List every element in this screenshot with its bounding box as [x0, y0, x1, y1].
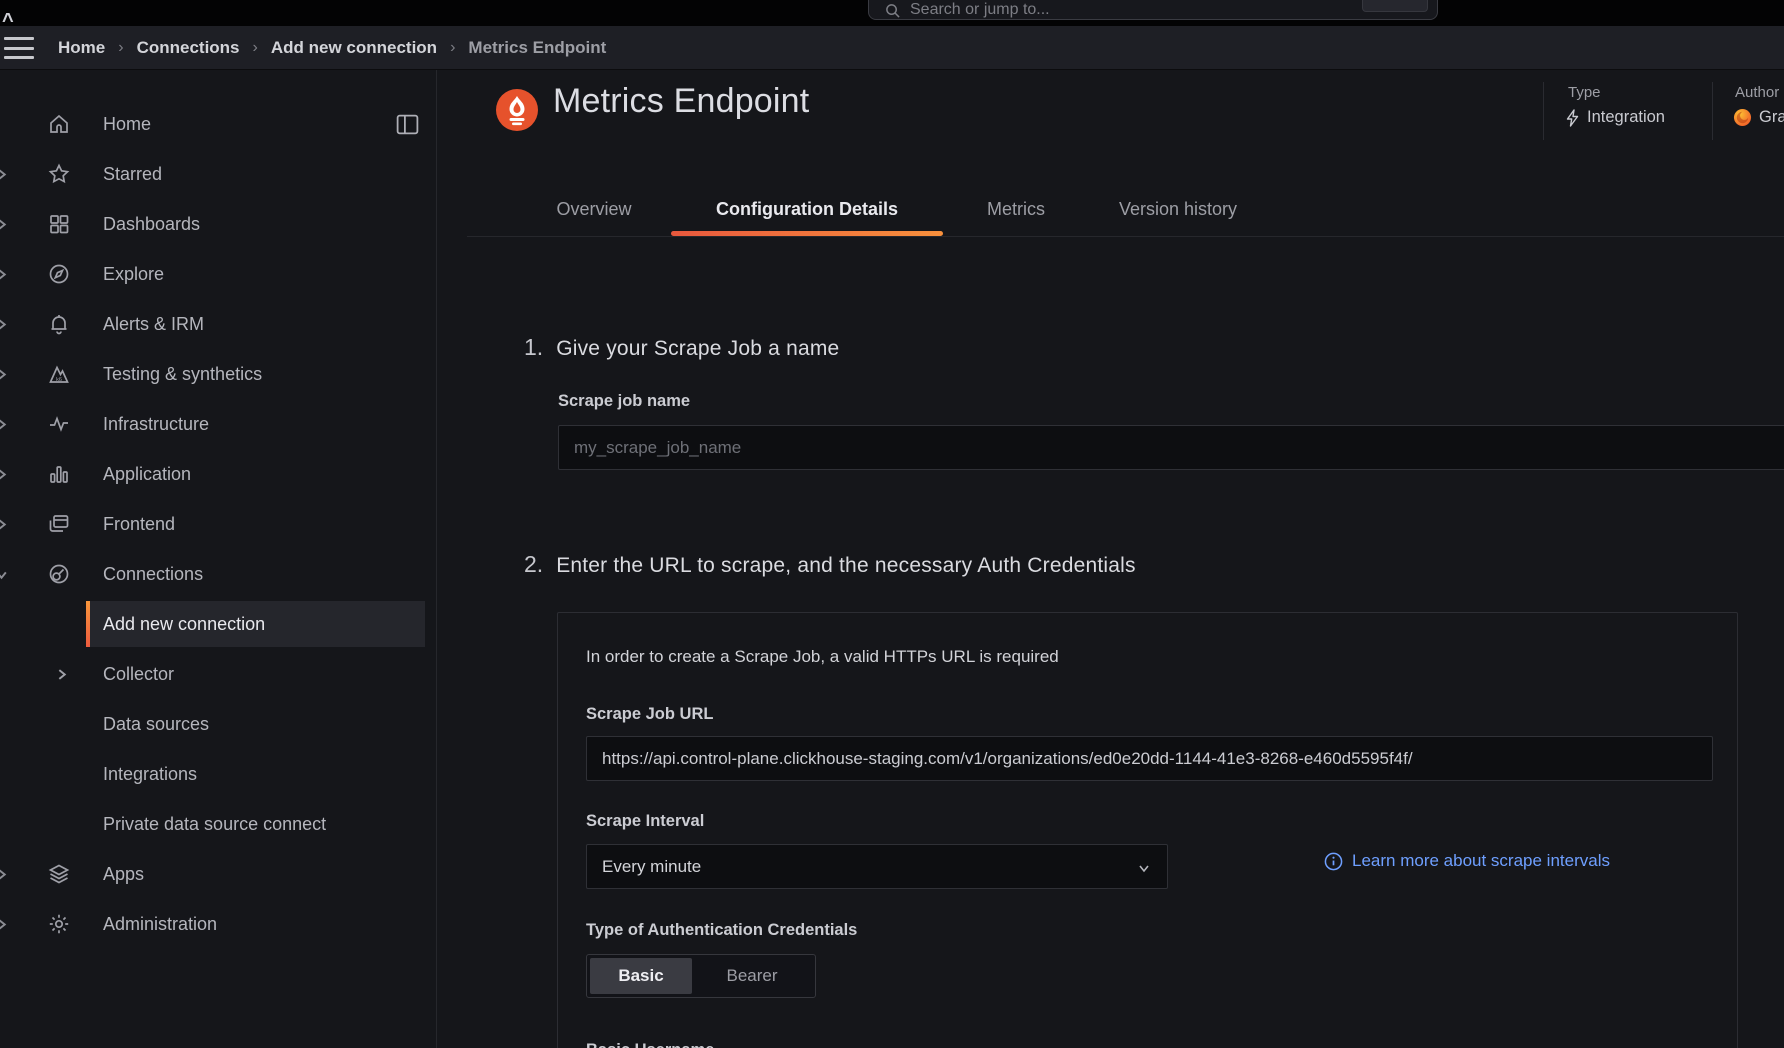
selected-accent-bar — [86, 601, 90, 647]
divider — [1543, 82, 1544, 140]
tabs-divider — [467, 236, 1784, 237]
sidebar-item-dashboards[interactable]: Dashboards — [0, 199, 437, 249]
pulse-icon — [47, 412, 71, 436]
svg-text:k6: k6 — [56, 377, 62, 383]
grafana-app: ^ Search or jump to... Home › Connection… — [0, 0, 1784, 1048]
scrape-intervals-link[interactable]: Learn more about scrape intervals — [1324, 851, 1610, 871]
sidebar-nav: Home Starred Dashboards — [0, 70, 437, 1048]
auth-type-label: Type of Authentication Credentials — [586, 921, 857, 940]
sidebar-item-add-new-connection[interactable]: Add new connection — [0, 599, 437, 649]
sidebar-item-integrations[interactable]: Integrations — [0, 749, 437, 799]
breadcrumb-separator: › — [437, 39, 468, 57]
type-value: Integration — [1587, 108, 1665, 127]
breadcrumb-connections[interactable]: Connections — [137, 38, 240, 58]
divider — [1712, 82, 1713, 140]
gear-icon — [47, 912, 71, 936]
tab-version-history[interactable]: Version history — [1087, 182, 1269, 236]
chevron-down-icon — [0, 568, 8, 581]
https-required-info: In order to create a Scrape Job, a valid… — [586, 647, 1059, 667]
sidebar-item-infrastructure[interactable]: Infrastructure — [0, 399, 437, 449]
compass-icon — [47, 262, 71, 286]
auth-credentials-panel: In order to create a Scrape Job, a valid… — [557, 612, 1738, 1048]
selected-item-highlight: Add new connection — [86, 601, 425, 647]
bar-chart-icon — [47, 462, 71, 486]
breadcrumb-current-page: Metrics Endpoint — [468, 38, 606, 58]
breadcrumb-bar: Home › Connections › Add new connection … — [0, 26, 1784, 70]
search-icon — [885, 3, 900, 18]
top-bar: ^ Search or jump to... — [0, 0, 1784, 26]
main-content: Metrics Endpoint Type Integration Author… — [437, 70, 1784, 1048]
tab-configuration-details[interactable]: Configuration Details — [683, 182, 931, 236]
sidebar-item-administration[interactable]: Administration — [0, 899, 437, 949]
author-label: Author — [1735, 84, 1779, 101]
sidebar-item-testing-synthetics[interactable]: k6 Testing & synthetics — [0, 349, 437, 399]
breadcrumb-separator: › — [240, 39, 271, 57]
chevron-right-icon — [0, 918, 8, 931]
tab-overview[interactable]: Overview — [531, 182, 657, 236]
auth-option-bearer[interactable]: Bearer — [692, 958, 812, 994]
sidebar-item-home[interactable]: Home — [0, 99, 437, 149]
scrape-interval-label: Scrape Interval — [586, 812, 704, 831]
breadcrumb-home[interactable]: Home — [58, 38, 105, 58]
chevron-right-icon — [0, 468, 8, 481]
author-value: Grafana — [1759, 108, 1784, 127]
auth-type-segmented-control: Basic Bearer — [586, 954, 816, 998]
sidebar-item-starred[interactable]: Starred — [0, 149, 437, 199]
scrape-job-url-input[interactable] — [586, 736, 1713, 781]
mountain-icon: k6 — [47, 362, 71, 386]
sidebar-item-frontend[interactable]: Frontend — [0, 499, 437, 549]
section2-heading: 2. Enter the URL to scrape, and the nece… — [524, 551, 1136, 578]
sidebar-item-explore[interactable]: Explore — [0, 249, 437, 299]
section1-heading: 1. Give your Scrape Job a name — [524, 334, 839, 361]
sidebar-item-apps[interactable]: Apps — [0, 849, 437, 899]
sidebar-item-data-sources[interactable]: Data sources — [0, 699, 437, 749]
chevron-right-icon — [0, 218, 8, 231]
tab-metrics[interactable]: Metrics — [954, 182, 1078, 236]
search-placeholder: Search or jump to... — [910, 1, 1050, 19]
home-icon — [47, 112, 71, 136]
chevron-right-icon — [0, 268, 8, 281]
star-icon — [47, 162, 71, 186]
bolt-icon — [1565, 109, 1580, 127]
chevron-right-icon — [0, 168, 8, 181]
scrape-job-name-input[interactable] — [558, 425, 1784, 470]
chevron-right-icon — [55, 668, 68, 681]
chevron-right-icon — [0, 868, 8, 881]
chevron-down-icon — [1137, 861, 1151, 875]
dashboards-grid-icon — [47, 212, 71, 236]
sidebar-item-application[interactable]: Application — [0, 449, 437, 499]
breadcrumb-add-new-connection[interactable]: Add new connection — [271, 38, 437, 58]
breadcrumb: Home › Connections › Add new connection … — [58, 38, 606, 58]
breadcrumb-separator: › — [105, 39, 136, 57]
scrape-interval-select[interactable]: Every minute — [586, 844, 1168, 889]
layers-icon — [47, 862, 71, 886]
sidebar-item-alerts-irm[interactable]: Alerts & IRM — [0, 299, 437, 349]
scrape-job-url-label: Scrape Job URL — [586, 705, 713, 724]
chevron-right-icon — [0, 318, 8, 331]
prometheus-icon — [495, 88, 539, 132]
search-input[interactable]: Search or jump to... — [868, 0, 1438, 20]
scrape-job-name-label: Scrape job name — [558, 392, 690, 411]
rings-icon — [47, 562, 71, 586]
page-title: Metrics Endpoint — [553, 82, 809, 121]
menu-icon[interactable] — [4, 37, 34, 59]
chevron-right-icon — [0, 368, 8, 381]
info-icon — [1324, 852, 1343, 871]
caret-glyph: ^ — [2, 10, 14, 33]
basic-username-label: Basic Username — [586, 1041, 714, 1048]
chevron-right-icon — [0, 518, 8, 531]
auth-option-basic[interactable]: Basic — [590, 958, 692, 994]
browser-windows-icon — [47, 512, 71, 536]
type-label: Type — [1568, 84, 1601, 101]
sidebar-item-private-data-source-connect[interactable]: Private data source connect — [0, 799, 437, 849]
keyboard-shortcut-badge — [1362, 0, 1428, 12]
chevron-right-icon — [0, 418, 8, 431]
sidebar-item-collector[interactable]: Collector — [0, 649, 437, 699]
bell-icon — [47, 312, 71, 336]
sidebar-item-connections[interactable]: Connections — [0, 549, 437, 599]
grafana-logo-icon — [1733, 108, 1752, 127]
